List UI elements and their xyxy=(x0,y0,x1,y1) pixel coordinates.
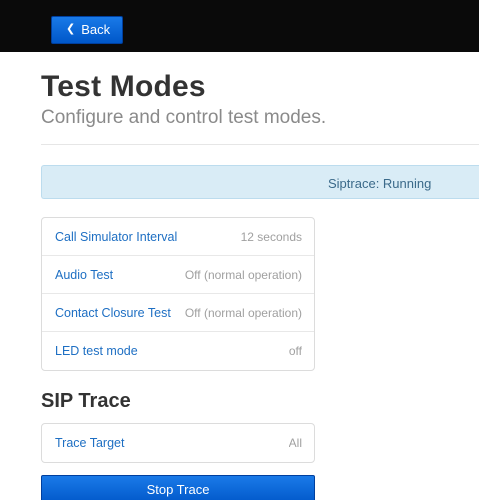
siptrace-status: Siptrace: Running xyxy=(328,176,432,191)
chevron-left-icon: ❮ xyxy=(66,23,76,35)
setting-label: Call Simulator Interval xyxy=(55,229,178,244)
setting-row-led-test-mode[interactable]: LED test mode off xyxy=(42,332,314,370)
test-mode-settings-list: Call Simulator Interval 12 seconds Audio… xyxy=(41,217,315,371)
setting-label: Audio Test xyxy=(55,267,114,282)
page-title: Test Modes xyxy=(41,70,206,103)
setting-row-audio-test[interactable]: Audio Test Off (normal operation) xyxy=(42,256,314,294)
sip-trace-settings-list: Trace Target All xyxy=(41,423,315,463)
setting-value: All xyxy=(288,436,302,450)
setting-label: Contact Closure Test xyxy=(55,305,171,320)
sip-trace-heading: SIP Trace xyxy=(41,390,131,412)
back-button-label: Back xyxy=(81,22,111,37)
setting-value: Off (normal operation) xyxy=(184,305,302,320)
header-divider xyxy=(41,144,479,145)
top-bar: ❮ Back xyxy=(0,0,479,52)
setting-label: LED test mode xyxy=(55,344,138,358)
setting-row-contact-closure-test[interactable]: Contact Closure Test Off (normal operati… xyxy=(42,294,314,332)
page-subtitle: Configure and control test modes. xyxy=(41,107,327,128)
setting-row-call-simulator-interval[interactable]: Call Simulator Interval 12 seconds xyxy=(42,218,314,256)
setting-value: Off (normal operation) xyxy=(184,267,302,282)
setting-value: 12 seconds xyxy=(240,229,302,244)
setting-label: Trace Target xyxy=(55,436,125,450)
stop-trace-button[interactable]: Stop Trace xyxy=(41,475,315,500)
setting-row-trace-target[interactable]: Trace Target All xyxy=(42,424,314,462)
back-button[interactable]: ❮ Back xyxy=(51,16,123,44)
setting-value: off xyxy=(288,344,302,358)
status-banner: Siptrace: Running xyxy=(41,165,479,199)
